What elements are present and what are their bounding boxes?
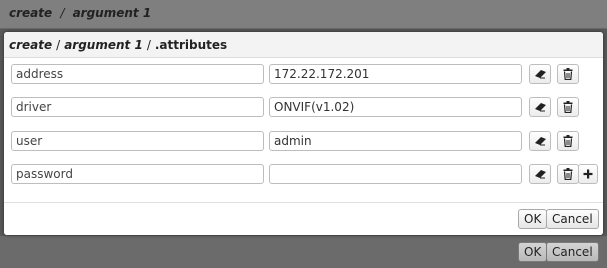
- breadcrumb-create: create: [9, 6, 53, 20]
- breadcrumb: create / argument 1/.attributes: [9, 38, 227, 52]
- ok-button[interactable]: OK: [518, 209, 548, 229]
- attribute-value-input[interactable]: [269, 164, 522, 184]
- trash-icon: [563, 135, 573, 147]
- delete-button[interactable]: [557, 164, 579, 184]
- eraser-icon: [534, 103, 546, 112]
- attribute-row: [4, 164, 603, 186]
- attributes-dialog: create / argument 1/.attributes address …: [4, 32, 603, 235]
- background-ok-button[interactable]: OK: [518, 242, 548, 262]
- delete-button[interactable]: [557, 97, 579, 117]
- background-dialog-footer: OK Cancel: [0, 236, 607, 268]
- background-dialog-header: create / argument 1: [0, 0, 607, 29]
- breadcrumb-create: create: [9, 38, 53, 52]
- attribute-value-input[interactable]: [269, 131, 522, 151]
- attribute-key-input[interactable]: [11, 164, 264, 184]
- trash-icon: [563, 168, 573, 180]
- add-attribute-button[interactable]: [578, 164, 598, 184]
- attribute-row: [4, 64, 603, 86]
- trash-icon: [563, 68, 573, 80]
- attribute-key-input[interactable]: [11, 131, 264, 151]
- background-cancel-button[interactable]: Cancel: [546, 242, 599, 262]
- breadcrumb-separator: /: [146, 38, 151, 52]
- cancel-button[interactable]: Cancel: [546, 209, 599, 229]
- breadcrumb-separator: /: [60, 6, 65, 20]
- plus-icon: [583, 169, 593, 179]
- attribute-key-input[interactable]: [11, 97, 264, 117]
- attribute-row: [4, 131, 603, 153]
- attribute-value-input[interactable]: [269, 64, 522, 84]
- eraser-icon: [534, 170, 546, 179]
- dialog-header: create / argument 1/.attributes: [4, 32, 603, 58]
- attribute-row: [4, 97, 603, 119]
- eraser-icon: [534, 137, 546, 146]
- attribute-key-input[interactable]: [11, 64, 264, 84]
- clear-button[interactable]: [529, 97, 551, 117]
- clear-button[interactable]: [529, 164, 551, 184]
- clear-button[interactable]: [529, 64, 551, 84]
- breadcrumb-argument: argument 1: [72, 6, 152, 20]
- attribute-value-input[interactable]: [269, 97, 522, 117]
- delete-button[interactable]: [557, 131, 579, 151]
- breadcrumb-argument: argument 1: [64, 38, 143, 52]
- clear-button[interactable]: [529, 131, 551, 151]
- eraser-icon: [534, 70, 546, 79]
- background-breadcrumb: create / argument 1: [9, 6, 151, 20]
- delete-button[interactable]: [557, 64, 579, 84]
- trash-icon: [563, 101, 573, 113]
- breadcrumb-separator: /: [56, 38, 61, 52]
- dialog-footer: OK Cancel: [4, 202, 603, 235]
- breadcrumb-attributes: .attributes: [154, 38, 228, 52]
